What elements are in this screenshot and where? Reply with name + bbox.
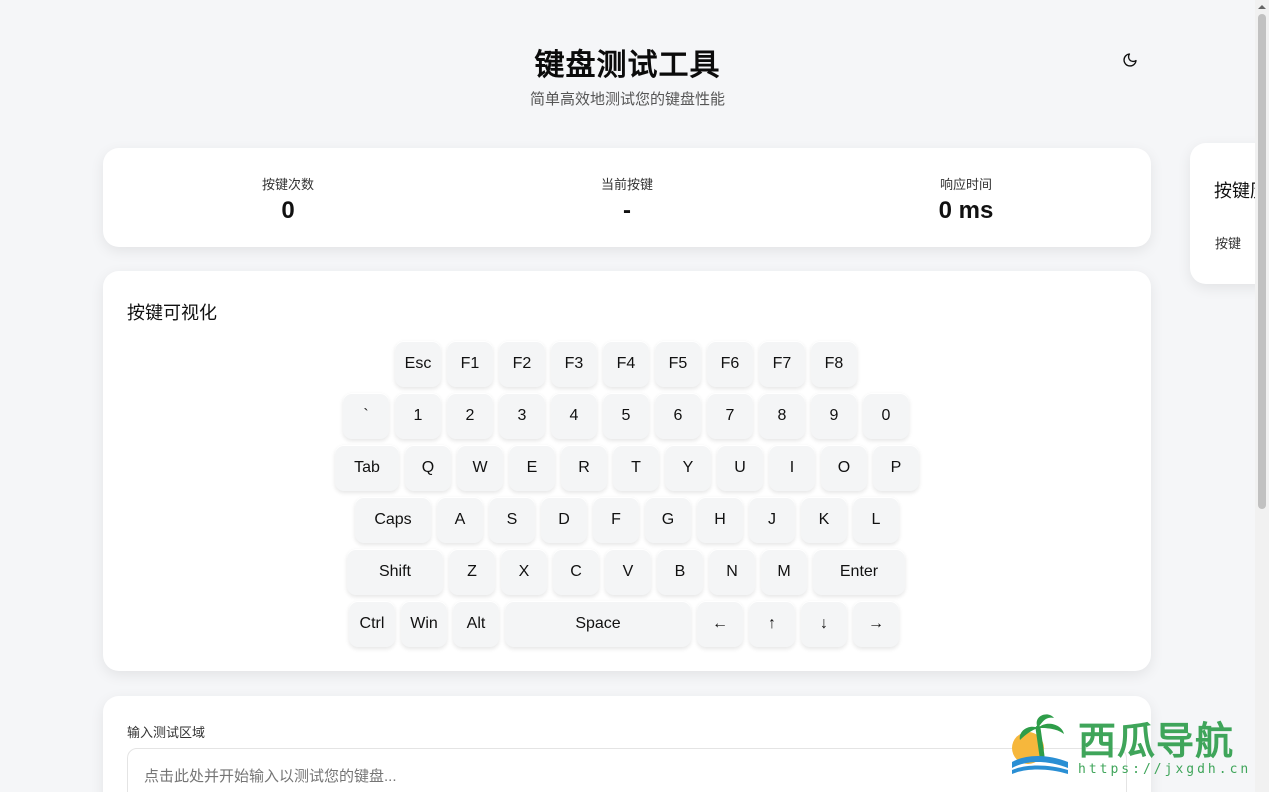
header: 键盘测试工具 简单高效地测试您的键盘性能: [0, 0, 1255, 130]
keyboard-visualization-card: 按键可视化 Esc F1 F2 F3 F4 F5 F6 F7 F8 ` 1 2 …: [103, 271, 1151, 671]
key-win[interactable]: Win: [401, 601, 447, 647]
page-subtitle: 简单高效地测试您的键盘性能: [529, 91, 725, 108]
key-f6[interactable]: F6: [707, 341, 753, 387]
palm-island-icon: [1012, 714, 1068, 774]
keyboard-row-bottom: Shift Z X C V B N M Enter: [347, 549, 905, 595]
keyboard-row-number: ` 1 2 3 4 5 6 7 8 9 0: [343, 393, 909, 439]
key-l[interactable]: L: [853, 497, 899, 543]
stat-current-key: 当前按键 -: [457, 174, 797, 225]
key-arrow-up[interactable]: ↑: [749, 601, 795, 647]
key-3[interactable]: 3: [499, 393, 545, 439]
key-t[interactable]: T: [613, 445, 659, 491]
section-title: 按键可视化: [127, 303, 217, 323]
key-f2[interactable]: F2: [499, 341, 545, 387]
key-c[interactable]: C: [553, 549, 599, 595]
input-test-card: 输入测试区域: [103, 696, 1151, 792]
key-u[interactable]: U: [717, 445, 763, 491]
key-f3[interactable]: F3: [551, 341, 597, 387]
stat-key-count: 按键次数 0: [118, 174, 458, 225]
keyboard-row-qwerty: Tab Q W E R T Y U I O P: [335, 445, 919, 491]
keyboard-row-function: Esc F1 F2 F3 F4 F5 F6 F7 F8: [395, 341, 857, 387]
key-caps[interactable]: Caps: [355, 497, 431, 543]
key-e[interactable]: E: [509, 445, 555, 491]
key-9[interactable]: 9: [811, 393, 857, 439]
watermark-url: https://jxgdh.cn: [1078, 762, 1252, 777]
key-6[interactable]: 6: [655, 393, 701, 439]
moon-icon: [1123, 53, 1137, 67]
key-f1[interactable]: F1: [447, 341, 493, 387]
key-esc[interactable]: Esc: [395, 341, 441, 387]
key-w[interactable]: W: [457, 445, 503, 491]
keyboard-row-home: Caps A S D F G H J K L: [355, 497, 899, 543]
key-p[interactable]: P: [873, 445, 919, 491]
key-2[interactable]: 2: [447, 393, 493, 439]
theme-toggle-button[interactable]: [1110, 42, 1150, 78]
key-d[interactable]: D: [541, 497, 587, 543]
watermark-logo: 西瓜导航 https://jxgdh.cn: [1008, 706, 1253, 788]
key-i[interactable]: I: [769, 445, 815, 491]
key-o[interactable]: O: [821, 445, 867, 491]
key-space[interactable]: Space: [505, 601, 691, 647]
stat-label: 当前按键: [600, 177, 653, 192]
key-alt[interactable]: Alt: [453, 601, 499, 647]
key-x[interactable]: X: [501, 549, 547, 595]
key-arrow-down[interactable]: ↓: [801, 601, 847, 647]
page-title: 键盘测试工具: [534, 49, 721, 82]
scroll-up-arrow-icon[interactable]: [1258, 3, 1266, 11]
key-arrow-left[interactable]: ←: [697, 601, 743, 647]
key-y[interactable]: Y: [665, 445, 711, 491]
key-f7[interactable]: F7: [759, 341, 805, 387]
key-s[interactable]: S: [489, 497, 535, 543]
key-f4[interactable]: F4: [603, 341, 649, 387]
key-f5[interactable]: F5: [655, 341, 701, 387]
input-label: 输入测试区域: [127, 725, 206, 740]
watermark-text: 西瓜导航: [1078, 718, 1235, 763]
key-v[interactable]: V: [605, 549, 651, 595]
key-enter[interactable]: Enter: [813, 549, 905, 595]
keyboard-row-modifiers: Ctrl Win Alt Space ← ↑ ↓ →: [349, 601, 899, 647]
key-5[interactable]: 5: [603, 393, 649, 439]
stats-card: 按键次数 0 当前按键 - 响应时间 0 ms: [103, 148, 1151, 247]
key-f[interactable]: F: [593, 497, 639, 543]
key-k[interactable]: K: [801, 497, 847, 543]
stat-value: -: [623, 197, 631, 224]
key-z[interactable]: Z: [449, 549, 495, 595]
stat-label: 响应时间: [939, 177, 992, 192]
side-column-header: 按键: [1215, 236, 1242, 251]
key-j[interactable]: J: [749, 497, 795, 543]
key-n[interactable]: N: [709, 549, 755, 595]
key-4[interactable]: 4: [551, 393, 597, 439]
key-7[interactable]: 7: [707, 393, 753, 439]
key-h[interactable]: H: [697, 497, 743, 543]
key-arrow-right[interactable]: →: [853, 601, 899, 647]
key-q[interactable]: Q: [405, 445, 451, 491]
key-1[interactable]: 1: [395, 393, 441, 439]
key-r[interactable]: R: [561, 445, 607, 491]
stat-response-time: 响应时间 0 ms: [796, 174, 1136, 225]
key-0[interactable]: 0: [863, 393, 909, 439]
key-f8[interactable]: F8: [811, 341, 857, 387]
key-b[interactable]: B: [657, 549, 703, 595]
key-ctrl[interactable]: Ctrl: [349, 601, 395, 647]
key-m[interactable]: M: [761, 549, 807, 595]
scrollbar-thumb[interactable]: [1258, 14, 1266, 509]
key-a[interactable]: A: [437, 497, 483, 543]
key-shift[interactable]: Shift: [347, 549, 443, 595]
key-8[interactable]: 8: [759, 393, 805, 439]
stat-label: 按键次数: [261, 177, 314, 192]
stat-value: 0 ms: [938, 197, 994, 224]
key-g[interactable]: G: [645, 497, 691, 543]
stat-value: 0: [281, 197, 295, 224]
key-backtick[interactable]: `: [343, 393, 389, 439]
test-input[interactable]: [127, 748, 1127, 792]
key-tab[interactable]: Tab: [335, 445, 399, 491]
